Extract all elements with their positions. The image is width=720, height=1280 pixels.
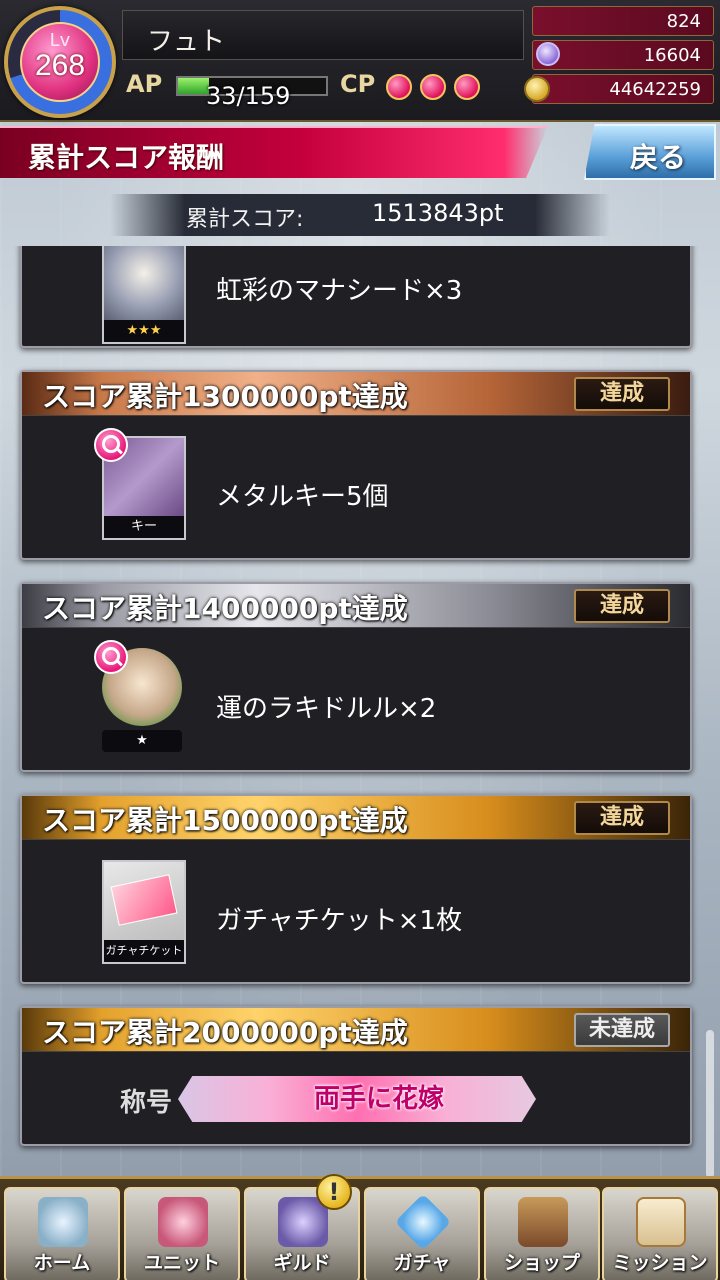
- total-score-bar: 累計スコア: 1513843pt: [110, 194, 610, 236]
- gacha-ticket-icon: [104, 862, 184, 940]
- home-icon: [38, 1197, 88, 1247]
- cp-point-icon: [420, 74, 446, 100]
- zoom-icon[interactable]: [94, 640, 128, 674]
- bottom-navigation: ホーム ユニット ギルド ガチャ ショップ ミッション: [0, 1176, 720, 1280]
- nav-unit-button[interactable]: ユニット: [124, 1187, 240, 1280]
- item-category-label: ガチャチケット: [104, 940, 184, 962]
- level-label: Lv: [49, 30, 71, 51]
- currency-value: 44642259: [609, 79, 701, 100]
- unit-icon: [158, 1197, 208, 1247]
- mana-seed-icon: [104, 246, 184, 320]
- reward-item-name: ガチャチケット×1枚: [216, 906, 463, 936]
- level-ring[interactable]: Lv 268: [4, 6, 116, 118]
- cp-label: CP: [340, 70, 376, 98]
- reward-threshold-title: スコア累計1500000pt達成: [42, 804, 408, 837]
- currency-value: 824: [666, 11, 701, 32]
- back-button-label: 戻る: [630, 141, 687, 174]
- title-emblem[interactable]: 称号 両手に花嫁: [102, 1070, 542, 1124]
- reward-card-header: スコア累計1300000pt達成 達成: [22, 372, 690, 416]
- back-button[interactable]: 戻る: [584, 124, 716, 180]
- reward-threshold-title: スコア累計2000000pt達成: [42, 1016, 408, 1049]
- scrollbar[interactable]: [706, 1030, 714, 1178]
- zoom-icon[interactable]: [94, 428, 128, 462]
- nav-home-button[interactable]: ホーム: [4, 1187, 120, 1280]
- currency-gold[interactable]: 44642259: [532, 74, 714, 104]
- item-thumbnail[interactable]: ★★★: [102, 246, 186, 344]
- nav-label: ミッション: [612, 1252, 708, 1274]
- reward-card: スコア累計2000000pt達成 未達成 称号 両手に花嫁: [20, 1006, 692, 1146]
- reward-item-name: 運のラキドルル×2: [216, 694, 437, 724]
- title-emblem-text: 両手に花嫁: [314, 1084, 445, 1114]
- purple-gem-icon: [536, 42, 560, 66]
- reward-card: スコア累計1300000pt達成 達成 キー メタルキー5個: [20, 370, 692, 560]
- total-score-value: 1513843pt: [372, 199, 504, 227]
- gold-coin-icon: [524, 76, 550, 102]
- reward-card-header: スコア累計1500000pt達成 達成: [22, 796, 690, 840]
- level-value: 268: [34, 49, 86, 82]
- cp-point-icon: [386, 74, 412, 100]
- nav-gacha-button[interactable]: ガチャ: [364, 1187, 480, 1280]
- rarity-stars: ★★★: [104, 320, 184, 342]
- reward-threshold-title: スコア累計1400000pt達成: [42, 592, 408, 625]
- level-badge: Lv 268: [20, 22, 100, 102]
- player-name: フュト: [147, 27, 226, 57]
- gacha-crystal-icon: [394, 1193, 452, 1251]
- page-title: 累計スコア報酬: [28, 141, 225, 174]
- currency-value: 16604: [643, 45, 701, 66]
- reward-card: ★★★ 虹彩のマナシード×3: [20, 246, 692, 348]
- reward-card-header: スコア累計2000000pt達成 未達成: [22, 1008, 690, 1052]
- reward-card: スコア累計1500000pt達成 達成 ガチャチケット ガチャチケット×1枚: [20, 794, 692, 984]
- mission-scroll-icon: [636, 1197, 686, 1247]
- reward-list[interactable]: ★★★ 虹彩のマナシード×3 スコア累計1300000pt達成 達成 キー メタ…: [0, 246, 720, 1172]
- reward-card-header: スコア累計1400000pt達成 達成: [22, 584, 690, 628]
- nav-label: ユニット: [143, 1252, 220, 1274]
- shop-sign-icon: [518, 1197, 568, 1247]
- reward-item-name: メタルキー5個: [216, 482, 389, 512]
- reward-card: スコア累計1400000pt達成 達成 ★ 運のラキドルル×2: [20, 582, 692, 772]
- status-badge: 達成: [574, 801, 670, 835]
- nav-label: ホーム: [33, 1252, 91, 1274]
- item-thumbnail[interactable]: ガチャチケット: [102, 860, 186, 964]
- cp-point-icon: [454, 74, 480, 100]
- nav-shop-button[interactable]: ショップ: [484, 1187, 600, 1280]
- item-category-label: キー: [104, 516, 184, 538]
- currency-blue-gem[interactable]: 824: [532, 6, 714, 36]
- title-emblem-label: 称号: [120, 1088, 173, 1118]
- player-name-plate: フュト: [122, 10, 524, 60]
- status-badge: 達成: [574, 589, 670, 623]
- rarity-stars: ★: [102, 730, 182, 752]
- total-score-label: 累計スコア:: [186, 207, 304, 232]
- nav-label: ショップ: [503, 1252, 580, 1274]
- guild-notification-badge: !: [316, 1174, 352, 1210]
- nav-label: ガチャ: [393, 1252, 451, 1274]
- nav-label: ギルド: [273, 1252, 331, 1274]
- status-badge: 未達成: [574, 1013, 670, 1047]
- ap-bar-fill: [178, 78, 210, 94]
- page-title-bar: 累計スコア報酬: [0, 126, 548, 178]
- nav-mission-button[interactable]: ミッション: [602, 1187, 718, 1280]
- ap-value: 33/159: [206, 82, 291, 110]
- status-badge: 達成: [574, 377, 670, 411]
- reward-threshold-title: スコア累計1300000pt達成: [42, 380, 408, 413]
- reward-item-name: 虹彩のマナシード×3: [216, 276, 463, 306]
- status-bar: Lv 268 フュト AP 33/159 CP 824 16604 446422…: [0, 0, 720, 122]
- ap-label: AP: [126, 70, 163, 98]
